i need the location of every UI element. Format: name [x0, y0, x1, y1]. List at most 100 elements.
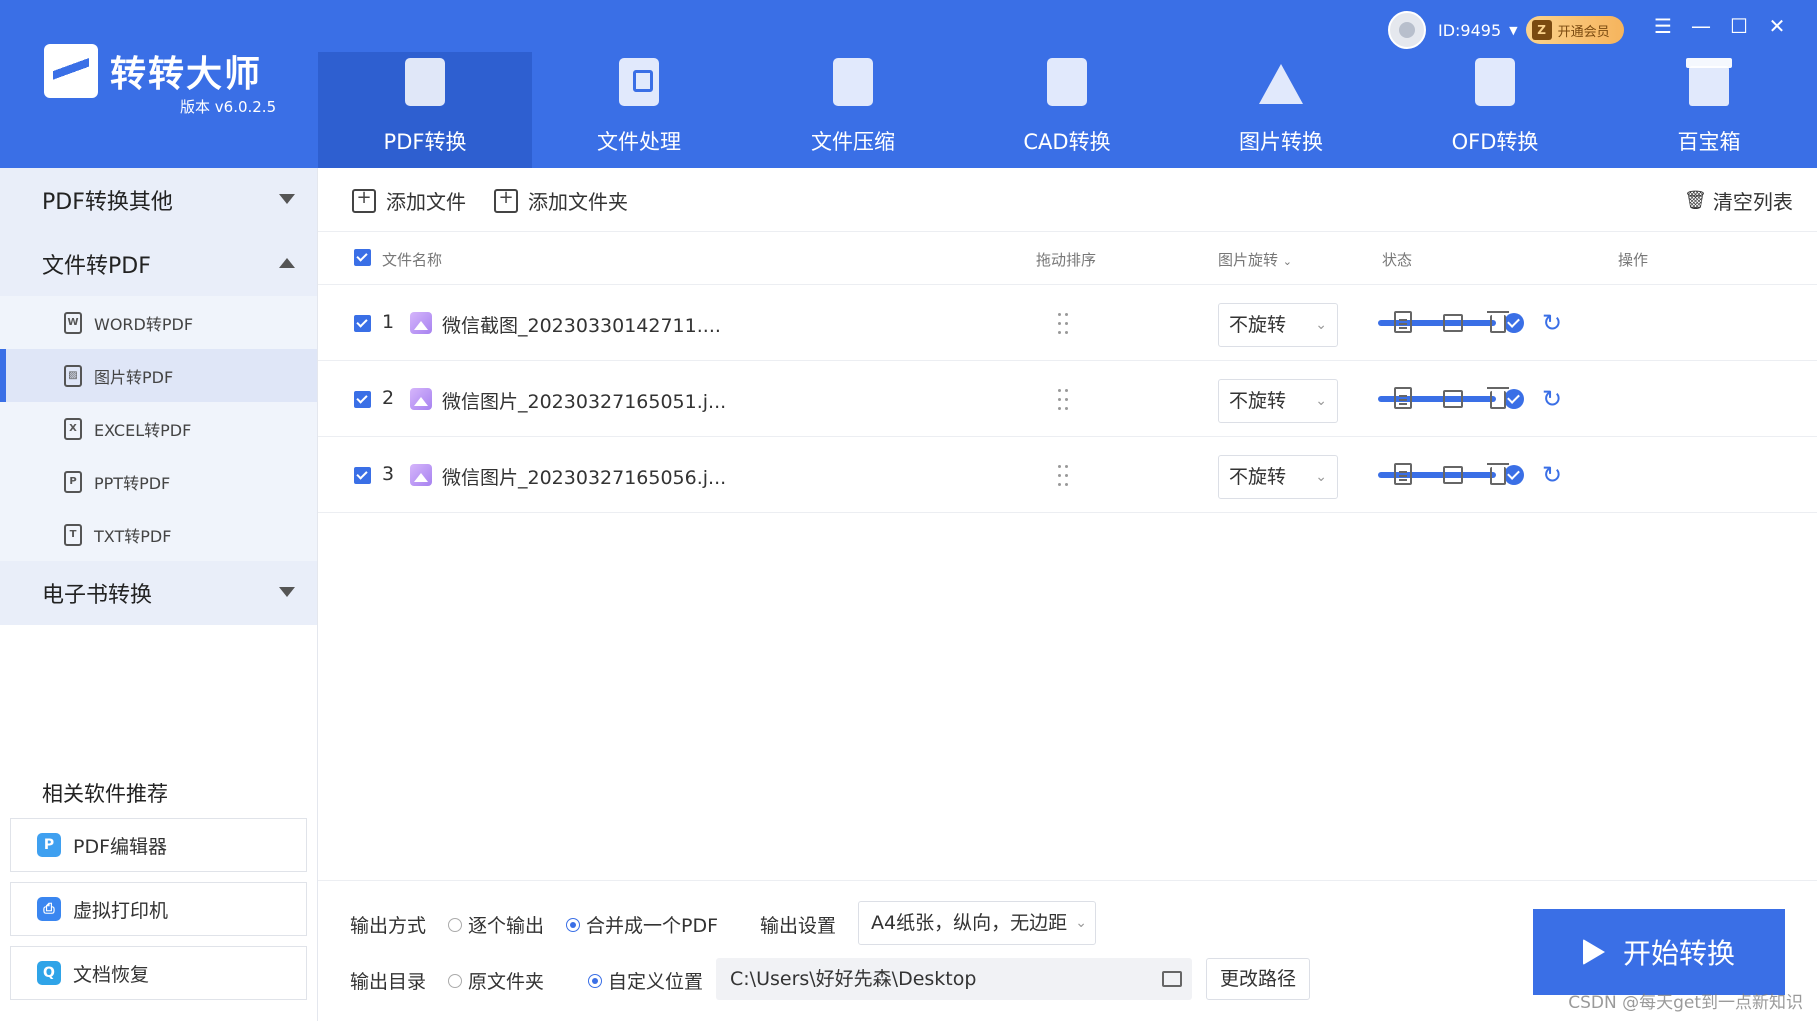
app-header: 转转大师 版本 v6.0.2.5 ID:9495 ▼ Z 开通会员 ☰ — ☐ …	[0, 0, 1817, 168]
delete-icon[interactable]	[1487, 311, 1509, 333]
header-rotate-label: 图片旋转	[1218, 251, 1279, 269]
drag-handle-icon[interactable]	[1058, 389, 1070, 411]
sidebar-group-label: 电子书转换	[42, 583, 153, 608]
table-header: 文件名称 拖动排序 图片旋转 ⌄ 状态 操作	[318, 233, 1817, 285]
avatar[interactable]	[1388, 11, 1426, 49]
change-path-button[interactable]: 更改路径	[1206, 958, 1310, 1000]
sidebar-group-pdf-to-other[interactable]: PDF转换其他	[0, 168, 317, 232]
rotate-select[interactable]: 不旋转 ⌄	[1218, 379, 1338, 423]
sidebar-item-label: PPT转PDF	[94, 473, 171, 493]
add-folder-button[interactable]: 添加文件夹	[494, 186, 628, 215]
table-row: 3 微信图片_20230327165056.j... 不旋转 ⌄ ↻	[318, 437, 1817, 513]
refresh-icon[interactable]: ↻	[1542, 309, 1562, 337]
recommend-pdf-editor[interactable]: P PDF编辑器	[10, 818, 307, 872]
clear-list-button[interactable]: 🗑 清空列表	[1684, 186, 1793, 215]
drag-handle-icon[interactable]	[1058, 465, 1070, 487]
rotate-value: 不旋转	[1229, 314, 1287, 336]
sidebar-item-txt-to-pdf[interactable]: T TXT转PDF	[0, 508, 317, 561]
user-area[interactable]: ID:9495 ▼ Z 开通会员	[1388, 11, 1624, 49]
header-rotate[interactable]: 图片旋转 ⌄	[1218, 249, 1292, 270]
sidebar-item-image-to-pdf[interactable]: ▨ 图片转PDF	[0, 349, 317, 402]
image-file-icon: ▨	[64, 364, 82, 387]
file-process-icon	[615, 58, 663, 110]
output-settings-select[interactable]: A4纸张，纵向，无边距 ⌄	[858, 901, 1096, 945]
check-circle-icon	[1504, 313, 1524, 333]
row-checkbox[interactable]	[354, 315, 371, 332]
header-action: 操作	[1618, 251, 1649, 269]
sidebar-group-file-to-pdf[interactable]: 文件转PDF	[0, 232, 317, 296]
recommend-doc-recovery[interactable]: Q 文档恢复	[10, 946, 307, 1000]
radio-output-single[interactable]: 逐个输出	[448, 911, 544, 938]
header-drag: 拖动排序	[1036, 251, 1097, 269]
sidebar-item-ppt-to-pdf[interactable]: P PPT转PDF	[0, 455, 317, 508]
delete-icon[interactable]	[1487, 387, 1509, 409]
app-logo: 转转大师	[44, 44, 262, 98]
rotate-select[interactable]: 不旋转 ⌄	[1218, 303, 1338, 347]
user-id[interactable]: ID:9495	[1438, 21, 1501, 40]
watermark: CSDN @每天get到一点新知识	[1568, 993, 1803, 1013]
close-icon[interactable]: ✕	[1767, 14, 1787, 38]
open-folder-icon[interactable]	[1443, 466, 1463, 484]
sidebar-item-label: 图片转PDF	[94, 367, 174, 387]
rotate-select[interactable]: 不旋转 ⌄	[1218, 455, 1338, 499]
sidebar-item-word-to-pdf[interactable]: W WORD转PDF	[0, 296, 317, 349]
sidebar-group-label: PDF转换其他	[42, 190, 173, 215]
chevron-down-icon[interactable]: ▼	[1509, 24, 1517, 37]
excel-file-icon: X	[64, 417, 82, 440]
tab-ofd-convert[interactable]: OFD转换	[1388, 52, 1602, 168]
drag-handle-icon[interactable]	[1058, 313, 1070, 335]
recommend-label: 虚拟打印机	[73, 899, 169, 922]
vip-label: 开通会员	[1557, 24, 1610, 40]
maximize-icon[interactable]: ☐	[1729, 14, 1749, 38]
preview-doc-icon[interactable]	[1394, 387, 1412, 409]
recommend-virtual-printer[interactable]: ⎙ 虚拟打印机	[10, 882, 307, 936]
menu-icon[interactable]: ☰	[1653, 14, 1673, 38]
start-convert-button[interactable]: 开始转换	[1533, 909, 1785, 995]
sidebar-item-label: TXT转PDF	[94, 526, 172, 546]
output-path-value: C:\Users\好好先森\Desktop	[730, 968, 977, 990]
add-file-button[interactable]: 添加文件	[352, 186, 466, 215]
tab-label: 文件处理	[597, 130, 681, 154]
app-title: 转转大师	[110, 54, 263, 95]
sidebar-group-ebook[interactable]: 电子书转换	[0, 561, 317, 625]
tab-toolbox[interactable]: 百宝箱	[1602, 52, 1816, 168]
caret-down-icon	[279, 587, 295, 597]
table-row: 2 微信图片_20230327165051.j... 不旋转 ⌄ ↻	[318, 361, 1817, 437]
sidebar-item-excel-to-pdf[interactable]: X EXCEL转PDF	[0, 402, 317, 455]
tab-label: 图片转换	[1239, 130, 1323, 154]
tab-pdf-convert[interactable]: PDF转换	[318, 52, 532, 168]
tab-image-convert[interactable]: 图片转换	[1174, 52, 1388, 168]
window-controls: ☰ — ☐ ✕	[1653, 14, 1787, 38]
select-all-checkbox[interactable]	[354, 249, 371, 266]
refresh-icon[interactable]: ↻	[1542, 461, 1562, 489]
folder-open-icon[interactable]	[1162, 971, 1182, 987]
preview-doc-icon[interactable]	[1394, 463, 1412, 485]
row-checkbox[interactable]	[354, 467, 371, 484]
chevron-down-icon: ⌄	[1315, 469, 1327, 485]
tab-file-compress[interactable]: 文件压缩	[746, 52, 960, 168]
tab-file-process[interactable]: 文件处理	[532, 52, 746, 168]
open-folder-icon[interactable]	[1443, 314, 1463, 332]
radio-output-merge[interactable]: 合并成一个PDF	[566, 911, 718, 938]
delete-icon[interactable]	[1487, 463, 1509, 485]
preview-doc-icon[interactable]	[1394, 311, 1412, 333]
pdf-convert-icon	[401, 58, 449, 110]
caret-up-icon	[279, 258, 295, 268]
sidebar: PDF转换其他 文件转PDF W WORD转PDF ▨ 图片转PDF X EXC…	[0, 168, 318, 1021]
rotate-value: 不旋转	[1229, 390, 1287, 412]
tab-cad-convert[interactable]: CAD转换	[960, 52, 1174, 168]
refresh-icon[interactable]: ↻	[1542, 385, 1562, 413]
output-path-field[interactable]: C:\Users\好好先森\Desktop	[716, 958, 1192, 1000]
tab-label: CAD转换	[1023, 130, 1111, 154]
radio-dir-original[interactable]: 原文件夹	[448, 967, 544, 994]
pdf-editor-icon: P	[37, 833, 61, 857]
radio-dir-custom[interactable]: 自定义位置	[588, 967, 703, 994]
ppt-file-icon: P	[64, 470, 82, 493]
chevron-down-icon: ⌄	[1315, 317, 1327, 333]
row-checkbox[interactable]	[354, 391, 371, 408]
open-folder-icon[interactable]	[1443, 390, 1463, 408]
zip-icon	[829, 58, 877, 110]
minimize-icon[interactable]: —	[1691, 14, 1711, 38]
clear-list-label: 清空列表	[1712, 190, 1793, 214]
vip-button[interactable]: Z 开通会员	[1525, 16, 1624, 44]
